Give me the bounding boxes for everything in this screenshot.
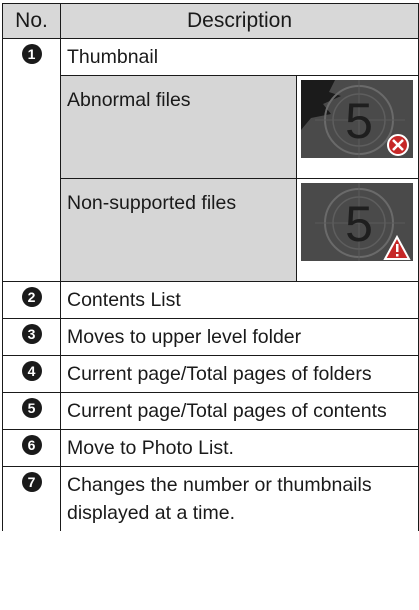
row-description: Current page/Total pages of contents xyxy=(60,392,419,430)
row-number-cell: 1 xyxy=(2,38,61,282)
row-description: Moves to upper level folder xyxy=(60,318,419,356)
number-badge: 7 xyxy=(21,472,42,492)
number-badge: 2 xyxy=(21,287,42,307)
sub-row-description: Non-supported files xyxy=(60,178,297,282)
table-row: 2 Contents List xyxy=(2,281,419,319)
row-number-cell: 2 xyxy=(2,281,61,319)
header-description: Description xyxy=(60,3,419,39)
table-row: 1 Thumbnail xyxy=(2,38,419,282)
number-badge: 4 xyxy=(21,361,42,381)
table-row: 5 Current page/Total pages of contents xyxy=(2,392,419,430)
row-description: Contents List xyxy=(60,281,419,319)
table-row: 7 Changes the number or thumbnails displ… xyxy=(2,466,419,531)
unsupported-file-thumbnail: 5 xyxy=(300,183,413,261)
table-row: 3 Moves to upper level folder xyxy=(2,318,419,356)
number-badge: 5 xyxy=(21,398,42,418)
thumbnail-cell: 5 xyxy=(295,75,419,179)
table-row: 6 Move to Photo List. xyxy=(2,429,419,467)
number-badge: 1 xyxy=(21,44,42,64)
row-description: Current page/Total pages of folders xyxy=(60,355,419,393)
abnormal-file-thumbnail: 5 xyxy=(300,80,413,158)
thumbnail-number: 5 xyxy=(345,196,373,252)
description-table-container: No. Description 1 Thumbnail Abnormal fil… xyxy=(0,0,419,610)
sub-row: Non-supported files 5 xyxy=(2,178,419,282)
table-header-row: No. Description xyxy=(2,3,419,39)
description-table: No. Description 1 Thumbnail Abnormal fil… xyxy=(2,3,419,531)
row-description: Changes the number or thumbnails display… xyxy=(60,466,419,531)
header-no: No. xyxy=(2,3,61,39)
row-number-cell: 4 xyxy=(2,355,61,393)
row-number-cell: 7 xyxy=(2,466,61,531)
sub-row: Abnormal files 5 xyxy=(2,75,419,179)
row-description: Move to Photo List. xyxy=(60,429,419,467)
number-badge: 6 xyxy=(21,435,42,455)
row-description: Thumbnail xyxy=(60,38,419,76)
thumbnail-cell: 5 xyxy=(295,178,419,282)
sub-row-description: Abnormal files xyxy=(60,75,297,179)
thumbnail-number: 5 xyxy=(345,93,373,149)
table-row: 4 Current page/Total pages of folders xyxy=(2,355,419,393)
row-number-cell: 5 xyxy=(2,392,61,430)
number-badge: 3 xyxy=(21,324,42,344)
row-number-cell: 6 xyxy=(2,429,61,467)
row-number-cell: 3 xyxy=(2,318,61,356)
